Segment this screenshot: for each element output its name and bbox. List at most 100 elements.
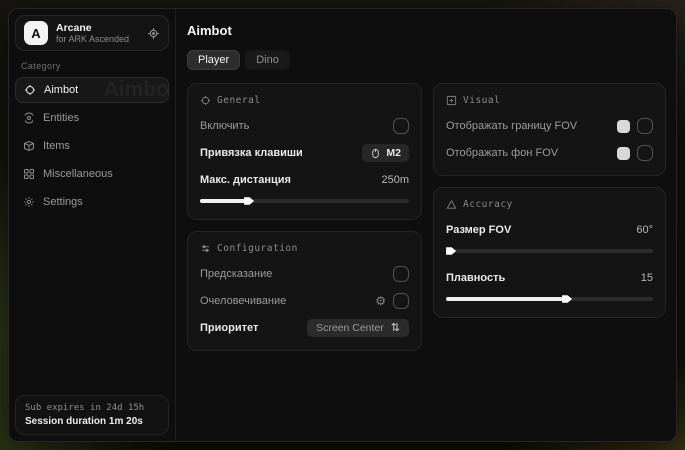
tab-dino[interactable]: Dino [245,50,290,70]
fov-size-row: Размер FOV 60° [446,221,653,239]
slider-fill [200,199,248,203]
color-swatch[interactable] [617,120,630,133]
brand-text: Arcane for ARK Ascended [56,22,139,44]
slider-track [200,199,409,203]
smoothness-value: 15 [641,272,653,284]
keybind-value: M2 [386,147,401,159]
gear-icon[interactable]: ⚙ [375,295,386,307]
sidebar-item-watermark: Aimbot [104,78,169,102]
fov-border-checkbox[interactable] [637,118,653,134]
fov-size-slider[interactable] [446,246,653,256]
subscription-footer: Sub expires in 24d 15h Session duration … [15,395,169,435]
right-column: Visual Отображать границу FOV Отображать… [433,83,666,318]
smoothness-slider[interactable] [446,294,653,304]
app-logo: A [24,21,48,45]
color-swatch[interactable] [617,147,630,160]
slider-thumb[interactable] [562,294,572,304]
slider-track [446,297,653,301]
keybind-label: Привязка клавиши [200,147,303,159]
sidebar-item-label: Items [43,140,70,152]
triangle-icon [446,199,457,210]
priority-dropdown[interactable]: Screen Center ⇅ [307,319,409,337]
panel-configuration-header: Configuration [200,243,409,254]
fov-background-checkbox[interactable] [637,145,653,161]
sidebar-item-aimbot[interactable]: Aimbot Aimbot [15,77,169,103]
crosshair-icon [24,84,36,96]
tab-player[interactable]: Player [187,50,240,70]
priority-label: Приоритет [200,322,258,334]
fov-border-label: Отображать границу FOV [446,120,577,132]
humanization-row: Очеловечивание ⚙ [200,292,409,310]
crosshair-icon [200,95,211,106]
app-logo-letter: A [31,26,40,41]
keybind-button[interactable]: M2 [362,144,409,162]
page-title: Aimbot [187,23,666,38]
panel-visual-header: Visual [446,95,653,106]
sliders-icon [200,243,211,254]
enable-row: Включить [200,117,409,135]
gear-icon [23,196,35,208]
humanization-controls: ⚙ [375,293,409,309]
enable-checkbox[interactable] [393,118,409,134]
humanization-checkbox[interactable] [393,293,409,309]
app-subtitle: for ARK Ascended [56,34,139,44]
sidebar-item-label: Miscellaneous [43,168,113,180]
sidebar-item-settings[interactable]: Settings [15,189,169,215]
slider-track [446,249,653,253]
fov-background-row: Отображать фон FOV [446,144,653,162]
panel-configuration: Configuration Предсказание Очеловечивани… [187,231,422,351]
fov-background-label: Отображать фон FOV [446,147,558,159]
tab-bar: Player Dino [187,50,666,70]
main-content: Aimbot Player Dino General [176,9,677,441]
sub-expires-text: Sub expires in 24d 15h [25,403,159,413]
panel-general-header: General [200,95,409,106]
smoothness-label: Плавность [446,272,505,284]
sidebar-nav: Aimbot Aimbot Entities Item [15,77,169,395]
grid-icon [23,168,35,180]
fov-border-row: Отображать границу FOV [446,117,653,135]
max-distance-row: Макс. дистанция 250m [200,171,409,189]
sort-arrows-icon: ⇅ [391,323,400,334]
max-distance-value: 250m [381,174,409,186]
slider-fill [446,297,566,301]
mouse-icon [370,148,381,159]
panel-title: Visual [463,95,500,106]
slider-thumb[interactable] [446,246,456,256]
max-distance-label: Макс. дистанция [200,174,291,186]
boxed-plus-icon [446,95,457,106]
fov-background-controls [617,145,653,161]
max-distance-slider[interactable] [200,196,409,206]
category-label: Category [21,61,163,71]
gear-icon[interactable] [147,27,160,40]
app-name: Arcane [56,22,139,34]
sidebar-item-label: Entities [43,112,79,124]
smoothness-row: Плавность 15 [446,269,653,287]
panel-columns: General Включить Привязка клавиши [187,83,666,351]
keybind-row: Привязка клавиши M2 [200,144,409,162]
panel-title: Configuration [217,243,298,254]
panel-accuracy-header: Accuracy [446,199,653,210]
box-icon [23,140,35,152]
sidebar-item-entities[interactable]: Entities [15,105,169,131]
enable-label: Включить [200,120,249,132]
priority-value: Screen Center [316,322,384,334]
panel-accuracy: Accuracy Размер FOV 60° Плавность [433,187,666,318]
panel-visual: Visual Отображать границу FOV Отображать… [433,83,666,176]
prediction-checkbox[interactable] [393,266,409,282]
slider-thumb[interactable] [244,196,254,206]
sidebar: A Arcane for ARK Ascended Category [9,9,176,441]
panel-title: General [217,95,261,106]
fov-border-controls [617,118,653,134]
sidebar-item-label: Aimbot [44,84,78,96]
app-window: A Arcane for ARK Ascended Category [8,8,677,442]
sidebar-item-miscellaneous[interactable]: Miscellaneous [15,161,169,187]
session-duration-text: Session duration 1m 20s [25,416,159,427]
fov-size-value: 60° [636,224,653,236]
humanization-label: Очеловечивание [200,295,286,307]
brand-card: A Arcane for ARK Ascended [15,15,169,51]
prediction-row: Предсказание [200,265,409,283]
sidebar-item-items[interactable]: Items [15,133,169,159]
fov-size-label: Размер FOV [446,224,511,236]
panel-title: Accuracy [463,199,513,210]
priority-row: Приоритет Screen Center ⇅ [200,319,409,337]
